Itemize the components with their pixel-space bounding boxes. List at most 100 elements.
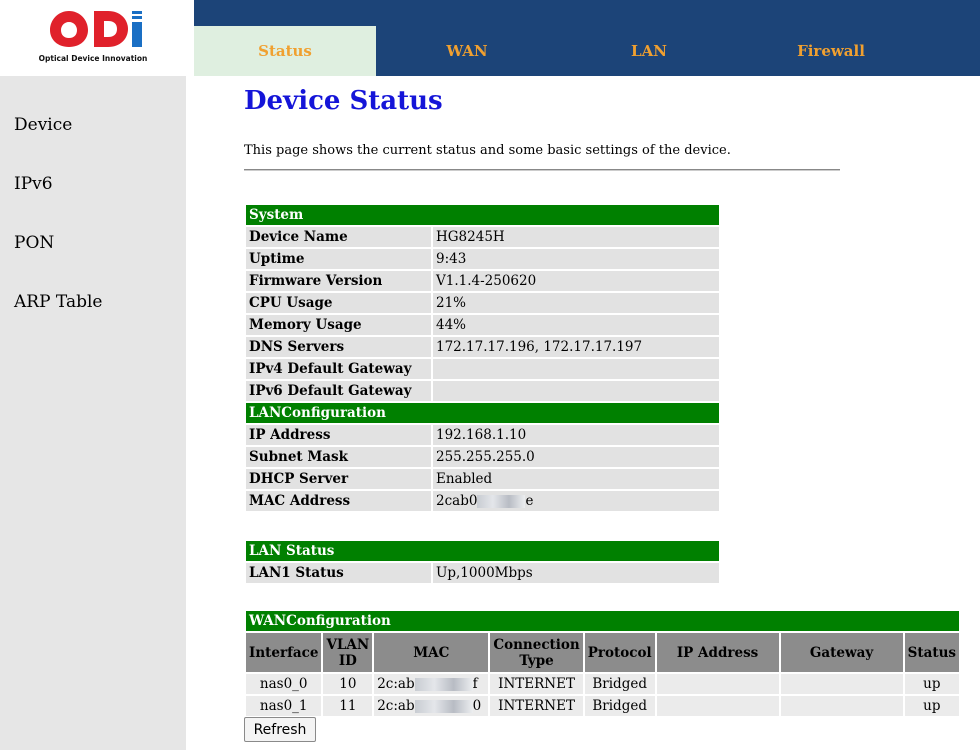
redaction-blur — [477, 495, 526, 508]
column-header: Status — [904, 633, 959, 672]
section-header-system: System — [246, 205, 719, 225]
row-label: DNS Servers — [246, 337, 431, 357]
cell-gateway — [780, 674, 903, 694]
row-value: 255.255.255.0 — [433, 447, 719, 467]
row-value: 9:43 — [433, 249, 719, 269]
system-table: System Device Name HG8245H Uptime 9:43 Fir… — [244, 203, 721, 513]
cell-connection-type: INTERNET — [490, 674, 583, 694]
table-row: IPv4 Default Gateway — [246, 359, 719, 379]
column-header: Connection Type — [490, 633, 583, 672]
main-tabs: Status WAN LAN Firewall — [194, 26, 980, 76]
row-label: MAC Address — [246, 491, 431, 511]
tab-status[interactable]: Status — [194, 26, 376, 76]
cell-ip-address — [656, 674, 779, 694]
row-label: Uptime — [246, 249, 431, 269]
row-value: V1.1.4-250620 — [433, 271, 719, 291]
section-header-lan-status: LAN Status — [246, 541, 719, 561]
page-intro: This page shows the current status and s… — [244, 143, 731, 158]
row-value: 21% — [433, 293, 719, 313]
logo: Optical Device Innovation — [0, 0, 186, 76]
row-value: Up,1000Mbps — [433, 563, 719, 583]
cell-vlan-id: 10 — [323, 674, 373, 694]
table-row: Device Name HG8245H — [246, 227, 719, 247]
mac-prefix: 2c:ab — [377, 698, 415, 714]
row-value: HG8245H — [433, 227, 719, 247]
cell-ip-address — [656, 696, 779, 716]
sidebar-item-arp-table[interactable]: ARP Table — [14, 292, 102, 312]
table-row: Firmware Version V1.1.4-250620 — [246, 271, 719, 291]
cell-mac: 2c:ab f — [374, 674, 489, 694]
column-header: IP Address — [656, 633, 779, 672]
column-header: Gateway — [780, 633, 903, 672]
cell-interface: nas0_0 — [246, 674, 322, 694]
row-label: Memory Usage — [246, 315, 431, 335]
redaction-blur — [414, 700, 473, 713]
tab-label: LAN — [631, 42, 667, 60]
row-label: Device Name — [246, 227, 431, 247]
table-row: nas0_1 11 2c:ab 0 INTERNET Bridged up — [246, 696, 959, 716]
cell-interface: nas0_1 — [246, 696, 322, 716]
tab-label: Firewall — [797, 42, 865, 60]
tab-lan[interactable]: LAN — [558, 26, 740, 76]
row-value: 44% — [433, 315, 719, 335]
cell-status: up — [904, 696, 959, 716]
section-header-wan-configuration: WANConfiguration — [246, 611, 959, 631]
cell-connection-type: INTERNET — [490, 696, 583, 716]
row-label: CPU Usage — [246, 293, 431, 313]
table-row: Subnet Mask 255.255.255.0 — [246, 447, 719, 467]
mac-suffix: 0 — [472, 698, 482, 714]
cell-status: up — [904, 674, 959, 694]
row-label: Subnet Mask — [246, 447, 431, 467]
table-row: DNS Servers 172.17.17.196, 172.17.17.197 — [246, 337, 719, 357]
column-header: Interface — [246, 633, 322, 672]
section-header-lan-configuration: LANConfiguration — [246, 403, 719, 423]
row-label: IPv6 Default Gateway — [246, 381, 431, 401]
cell-mac: 2c:ab 0 — [374, 696, 489, 716]
redaction-blur — [414, 678, 473, 691]
wan-configuration-table: WANConfiguration Interface VLAN ID MAC C… — [244, 609, 961, 718]
table-row: DHCP Server Enabled — [246, 469, 719, 489]
page-title: Device Status — [244, 86, 443, 116]
tab-firewall[interactable]: Firewall — [740, 26, 922, 76]
row-value — [433, 381, 719, 401]
mac-address-value: 2cab0 e — [433, 491, 719, 511]
row-label: IPv4 Default Gateway — [246, 359, 431, 379]
row-label: Firmware Version — [246, 271, 431, 291]
table-row: Uptime 9:43 — [246, 249, 719, 269]
row-label: LAN1 Status — [246, 563, 431, 583]
mac-suffix: e — [525, 493, 534, 509]
column-header: MAC — [374, 633, 489, 672]
sidebar-item-device[interactable]: Device — [14, 115, 72, 135]
tab-wan[interactable]: WAN — [376, 26, 558, 76]
column-header: Protocol — [584, 633, 655, 672]
cell-vlan-id: 11 — [323, 696, 373, 716]
table-row: Memory Usage 44% — [246, 315, 719, 335]
brand-tagline: Optical Device Innovation — [38, 54, 148, 63]
tab-label: WAN — [446, 42, 488, 60]
table-row: IPv6 Default Gateway — [246, 381, 719, 401]
table-row: IP Address 192.168.1.10 — [246, 425, 719, 445]
mac-prefix: 2cab0 — [436, 493, 478, 509]
row-value: 192.168.1.10 — [433, 425, 719, 445]
table-row: LAN1 Status Up,1000Mbps — [246, 563, 719, 583]
mac-suffix: f — [472, 676, 478, 692]
sidebar: Device IPv6 PON ARP Table — [0, 76, 186, 750]
lan-status-table: LAN Status LAN1 Status Up,1000Mbps — [244, 539, 721, 585]
row-value: Enabled — [433, 469, 719, 489]
cell-protocol: Bridged — [584, 674, 655, 694]
divider — [244, 169, 840, 171]
column-header: VLAN ID — [323, 633, 373, 672]
odi-logo-icon — [50, 11, 142, 47]
refresh-button[interactable]: Refresh — [244, 717, 316, 742]
row-value — [433, 359, 719, 379]
row-label: DHCP Server — [246, 469, 431, 489]
tab-label: Status — [258, 42, 312, 60]
row-value: 172.17.17.196, 172.17.17.197 — [433, 337, 719, 357]
sidebar-item-pon[interactable]: PON — [14, 233, 54, 253]
table-row: MAC Address 2cab0 e — [246, 491, 719, 511]
table-row: nas0_0 10 2c:ab f INTERNET Bridged up — [246, 674, 959, 694]
sidebar-item-ipv6[interactable]: IPv6 — [14, 174, 53, 194]
mac-prefix: 2c:ab — [377, 676, 415, 692]
cell-protocol: Bridged — [584, 696, 655, 716]
cell-gateway — [780, 696, 903, 716]
